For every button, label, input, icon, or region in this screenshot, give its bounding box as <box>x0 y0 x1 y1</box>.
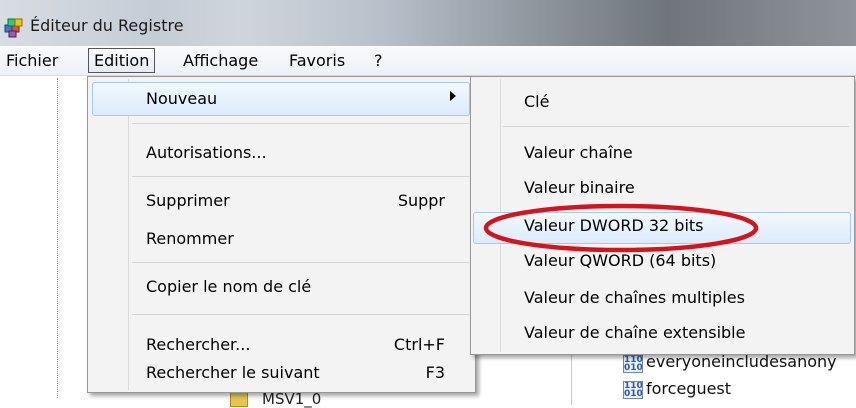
menu-edition[interactable]: Edition <box>88 48 156 73</box>
menu-item-copier-nom-cle[interactable]: Copier le nom de clé <box>146 275 311 299</box>
submenu-item-valeur-extensible[interactable]: Valeur de chaîne extensible <box>524 321 745 345</box>
shortcut-rechercher: Ctrl+F <box>393 335 445 354</box>
shortcut-supprimer: Suppr <box>397 191 445 210</box>
menu-bar: Fichier Edition Affichage Favoris ? <box>0 46 856 76</box>
menu-help[interactable]: ? <box>370 50 387 71</box>
submenu-item-valeur-binaire[interactable]: Valeur binaire <box>524 176 635 200</box>
title-bar: Éditeur du Registre <box>0 0 856 46</box>
menu-item-supprimer[interactable]: Supprimer <box>146 189 230 213</box>
menu-separator <box>132 123 469 124</box>
menu-favoris[interactable]: Favoris <box>285 50 349 71</box>
registry-value-name[interactable]: forceguest <box>646 379 731 398</box>
menu-item-renommer[interactable]: Renommer <box>146 227 234 251</box>
submenu-item-valeur-multiples[interactable]: Valeur de chaînes multiples <box>524 286 745 310</box>
menu-fichier[interactable]: Fichier <box>2 50 62 71</box>
menu-separator <box>132 262 469 263</box>
menu-item-rechercher-suivant[interactable]: Rechercher le suivant <box>146 361 320 385</box>
menu-separator <box>132 176 469 177</box>
menu-separator <box>132 314 469 315</box>
reg-binary-value-icon: 110 010 <box>623 355 643 373</box>
new-submenu: Clé Valeur chaîne Valeur binaire Valeur … <box>470 76 855 355</box>
menu-affichage[interactable]: Affichage <box>179 50 262 71</box>
shortcut-rechercher-suivant: F3 <box>425 363 445 382</box>
submenu-item-valeur-chaine[interactable]: Valeur chaîne <box>524 141 633 165</box>
edit-menu-dropdown: Nouveau Autorisations... Supprimer Suppr… <box>87 76 476 393</box>
submenu-arrow-icon <box>450 91 456 101</box>
submenu-item-valeur-qword[interactable]: Valeur QWORD (64 bits) <box>524 249 716 273</box>
submenu-item-valeur-dword[interactable]: Valeur DWORD 32 bits <box>524 214 704 238</box>
tree-connector <box>57 78 59 398</box>
reg-binary-value-icon: 110 010 <box>623 381 643 399</box>
menu-separator <box>503 126 849 127</box>
menu-gutter <box>128 79 129 390</box>
menu-item-rechercher[interactable]: Rechercher... <box>146 333 250 357</box>
submenu-item-cle[interactable]: Clé <box>524 90 549 114</box>
regedit-cubes-icon <box>4 18 23 38</box>
menu-item-nouveau[interactable]: Nouveau <box>146 87 217 111</box>
menu-item-autorisations[interactable]: Autorisations... <box>146 141 267 165</box>
window-title: Éditeur du Registre <box>30 16 184 35</box>
